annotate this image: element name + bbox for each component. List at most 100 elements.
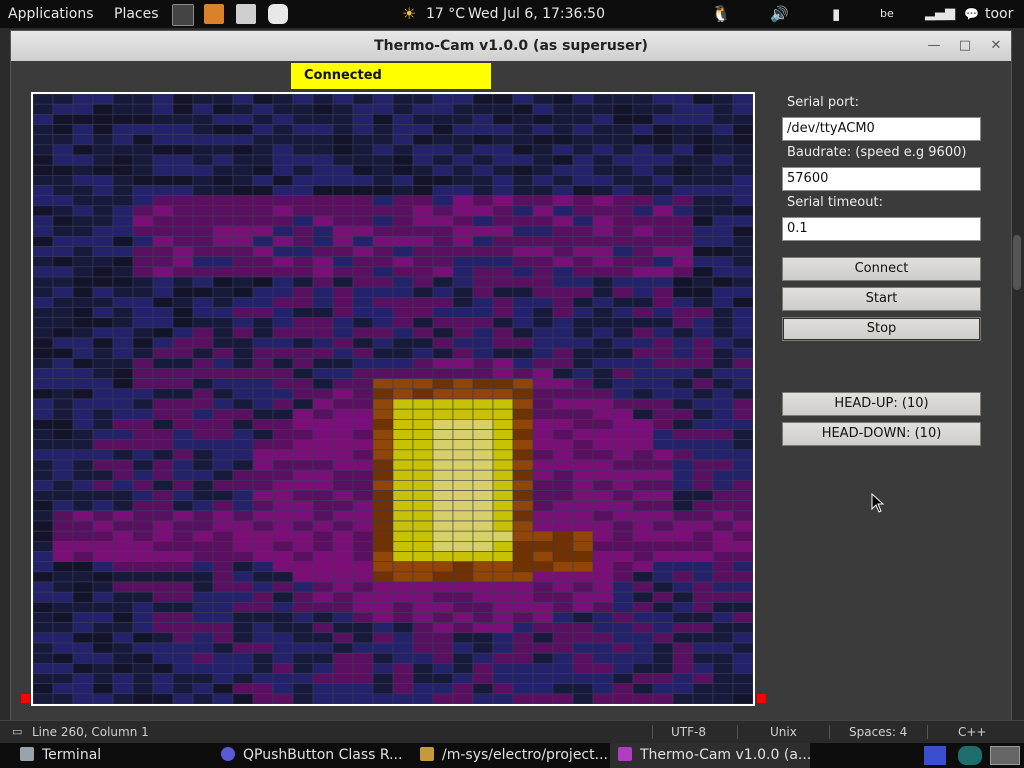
- heatmap-cell: [672, 124, 694, 135]
- heatmap-cell: [212, 327, 234, 339]
- heatmap-cell: [592, 673, 614, 684]
- heatmap-cell: [92, 114, 114, 125]
- heatmap-cell: [432, 286, 454, 298]
- storage-launcher-icon[interactable]: [268, 4, 288, 24]
- encoding-indicator[interactable]: UTF-8: [671, 721, 706, 743]
- heatmap-cell: [252, 266, 274, 278]
- heatmap-cell: [312, 215, 334, 227]
- heatmap-cell: [112, 429, 134, 440]
- window-titlebar[interactable]: Thermo-Cam v1.0.0 (as superuser) — □ ✕: [11, 31, 1011, 61]
- heatmap-cell: [492, 266, 514, 278]
- task-qpushbutton-docs[interactable]: QPushButton Class R...: [205, 743, 410, 768]
- workspace-1-icon[interactable]: [924, 746, 946, 765]
- heatmap-cell: [672, 317, 694, 329]
- heatmap-cell: [72, 307, 94, 318]
- baudrate-input[interactable]: 57600: [782, 167, 981, 191]
- terminal-launcher-icon[interactable]: [172, 4, 194, 26]
- tux-icon[interactable]: 🐧: [711, 0, 731, 28]
- heatmap-cell: [33, 347, 54, 359]
- heatmap-cell: [252, 591, 274, 603]
- heatmap-cell: [492, 94, 514, 105]
- heatmap-cell: [332, 347, 354, 359]
- background-scrollbar-thumb[interactable]: [1013, 235, 1021, 290]
- heatmap-cell: [33, 459, 54, 471]
- heatmap-cell: [92, 256, 114, 268]
- panel-toggle-icon[interactable]: ▭: [12, 721, 22, 743]
- heatmap-cell: [252, 520, 274, 532]
- heatmap-cell: [732, 500, 753, 512]
- chat-icon[interactable]: 💬: [964, 0, 979, 28]
- heatmap-cell: [672, 144, 694, 156]
- heatmap-cell: [72, 195, 94, 207]
- heatmap-cell: [33, 469, 54, 481]
- start-button[interactable]: Start: [782, 287, 981, 311]
- task-terminal[interactable]: Terminal: [0, 743, 205, 768]
- heatmap-cell: [352, 103, 374, 115]
- stop-button[interactable]: Stop: [782, 317, 981, 341]
- user-menu[interactable]: toor: [985, 0, 1013, 28]
- heatmap-cell: [33, 602, 54, 613]
- heatmap-cell: [272, 134, 294, 146]
- heatmap-cell: [612, 429, 634, 440]
- workspace-switcher-icon[interactable]: [990, 746, 1020, 765]
- sublime-launcher-icon[interactable]: [204, 4, 224, 24]
- heatmap-cell: [112, 652, 134, 664]
- heatmap-cell: [33, 571, 54, 583]
- heatmap-cell: [292, 358, 314, 369]
- heatmap-cell: [152, 663, 174, 674]
- heatmap-cell: [192, 327, 214, 339]
- head-down-button[interactable]: HEAD-DOWN: (10): [782, 422, 981, 446]
- syntax-indicator[interactable]: C++: [958, 721, 987, 743]
- heatmap-cell: [512, 246, 534, 257]
- places-menu[interactable]: Places: [114, 0, 159, 28]
- heatmap-cell: [292, 551, 314, 562]
- arduino-icon[interactable]: [958, 746, 982, 765]
- heatmap-cell: [152, 541, 174, 552]
- close-icon[interactable]: ✕: [985, 36, 1007, 56]
- heatmap-cell: [232, 388, 254, 400]
- heatmap-cell: [672, 541, 694, 552]
- heatmap-cell: [632, 246, 654, 257]
- heatmap-cell: [392, 551, 414, 562]
- serial-timeout-input[interactable]: 0.1: [782, 217, 981, 241]
- line-endings-indicator[interactable]: Unix: [770, 721, 797, 743]
- serial-port-input[interactable]: /dev/ttyACM0: [782, 117, 981, 141]
- heatmap-cell: [152, 297, 174, 308]
- heatmap-cell: [232, 246, 254, 257]
- heatmap-cell: [592, 449, 614, 461]
- heatmap-cell: [33, 94, 54, 105]
- clock[interactable]: Wed Jul 6, 17:36:50: [468, 0, 605, 28]
- heatmap-cell: [692, 256, 714, 268]
- heatmap-cell: [472, 561, 494, 573]
- heatmap-cell: [112, 164, 134, 176]
- head-up-button[interactable]: HEAD-UP: (10): [782, 392, 981, 416]
- weather-icon[interactable]: ☀: [402, 0, 416, 28]
- weather-temperature[interactable]: 17 °C: [426, 0, 465, 28]
- heatmap-cell: [252, 164, 274, 176]
- indentation-indicator[interactable]: Spaces: 4: [849, 721, 907, 743]
- heatmap-cell: [472, 337, 494, 349]
- heatmap-cell: [212, 94, 234, 105]
- minimize-icon[interactable]: —: [923, 36, 945, 56]
- battery-icon[interactable]: ▮: [832, 0, 840, 28]
- file-manager-launcher-icon[interactable]: [236, 4, 256, 24]
- applications-menu[interactable]: Applications: [8, 0, 94, 28]
- heatmap-cell: [692, 652, 714, 664]
- heatmap-cell: [172, 591, 194, 603]
- heatmap-cell: [312, 561, 334, 573]
- task-thermo-cam[interactable]: Thermo-Cam v1.0.0 (a...: [610, 743, 810, 768]
- heatmap-cell: [92, 551, 114, 562]
- maximize-icon[interactable]: □: [954, 36, 976, 56]
- heatmap-cell: [492, 185, 514, 196]
- heatmap-cell: [652, 622, 674, 634]
- keyboard-layout[interactable]: be: [880, 0, 894, 28]
- connect-button[interactable]: Connect: [782, 257, 981, 281]
- network-signal-icon[interactable]: ▂▄▆: [925, 0, 955, 28]
- heatmap-cell: [692, 246, 714, 257]
- volume-icon[interactable]: 🔊: [770, 0, 789, 28]
- heatmap-cell: [392, 571, 414, 583]
- task-sublime-project[interactable]: /m-sys/electro/project...: [410, 743, 610, 768]
- heatmap-cell: [392, 134, 414, 146]
- heatmap-cell: [412, 459, 434, 471]
- heatmap-cell: [92, 459, 114, 471]
